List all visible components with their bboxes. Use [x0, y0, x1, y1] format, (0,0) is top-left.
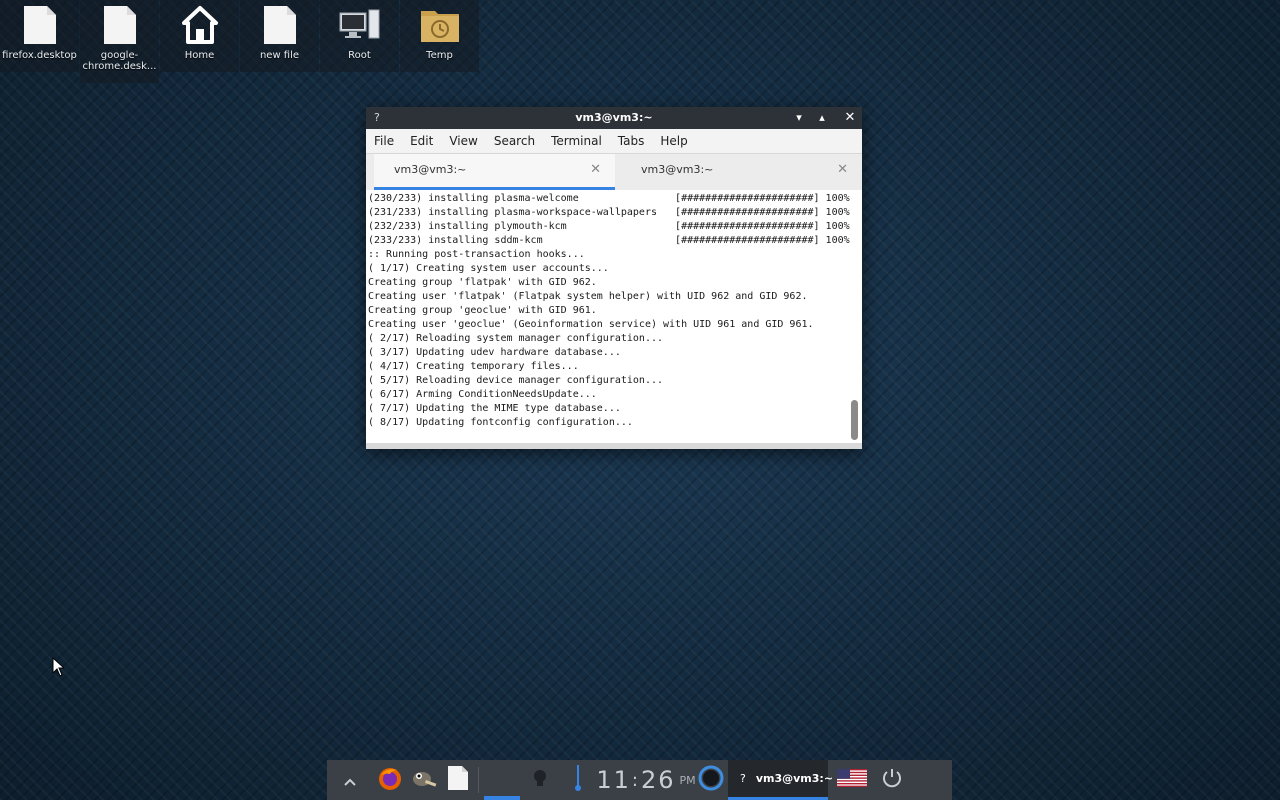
menu-file[interactable]: File: [366, 134, 402, 148]
window-bottom-edge: [366, 443, 862, 449]
menu-bar: File Edit View Search Terminal Tabs Help: [366, 129, 862, 154]
terminal-line: :: Running post-transaction hooks...: [368, 249, 585, 260]
taskbar-window-label: vm3@vm3:~: [755, 772, 834, 785]
menu-edit[interactable]: Edit: [402, 134, 441, 148]
firefox-icon: [377, 765, 403, 795]
clock-hours: 11: [596, 766, 631, 794]
desktop-icon-firefox[interactable]: firefox.desktop: [0, 0, 79, 72]
text-editor-launcher[interactable]: [441, 760, 475, 800]
terminal-line: (230/233) installing plasma-welcome [###…: [368, 193, 850, 204]
maximize-button[interactable]: ▴: [811, 107, 833, 129]
computer-icon: [320, 0, 399, 50]
desktop-icons: firefox.desktop google-chrome.desk... Ho…: [0, 0, 480, 83]
terminal-line: Creating group 'geoclue' with GID 961.: [368, 305, 597, 316]
tab-bar: vm3@vm3:~ ✕ vm3@vm3:~ ✕: [366, 154, 862, 191]
desktop-icon-label: google-chrome.desk...: [82, 50, 157, 72]
desktop-icon-temp[interactable]: Temp: [400, 0, 479, 72]
desktop-icon-label: new file: [259, 50, 300, 61]
menu-tabs[interactable]: Tabs: [610, 134, 653, 148]
desktop-icon-new-file[interactable]: new file: [240, 0, 319, 72]
file-icon: [0, 0, 79, 50]
workspace-switcher[interactable]: [482, 760, 522, 800]
close-button[interactable]: ✕: [839, 107, 861, 129]
terminal-line: ( 4/17) Creating temporary files...: [368, 361, 579, 372]
firefox-launcher[interactable]: [373, 760, 407, 800]
terminal-line: (232/233) installing plymouth-kcm [#####…: [368, 221, 850, 232]
terminal-task-icon: ?: [740, 772, 746, 785]
window-titlebar[interactable]: ? vm3@vm3:~ ▾ ▴ ✕: [366, 107, 862, 129]
desktop-icon-label: firefox.desktop: [2, 50, 77, 61]
terminal-line: (233/233) installing sddm-kcm [#########…: [368, 235, 850, 246]
ring-icon: [697, 764, 725, 796]
keyboard-layout-indicator[interactable]: [828, 760, 876, 800]
file-icon: [80, 0, 159, 50]
tab-label: vm3@vm3:~: [641, 163, 714, 176]
file-icon: [447, 765, 469, 795]
clock-minutes: 26: [640, 766, 676, 794]
mouse-cursor-icon: [52, 656, 66, 681]
taskbar-separator: [478, 767, 479, 793]
tab-close-icon[interactable]: ✕: [837, 154, 848, 186]
menu-view[interactable]: View: [441, 134, 485, 148]
thermometer-applet[interactable]: [558, 760, 598, 800]
lightbulb-icon: [533, 768, 547, 792]
terminal-line: Creating user 'geoclue' (Geoinformation …: [368, 319, 814, 330]
terminal-line: ( 7/17) Updating the MIME type database.…: [368, 403, 621, 414]
gimp-launcher[interactable]: [407, 760, 441, 800]
terminal-line: Creating group 'flatpak' with GID 962.: [368, 277, 597, 288]
terminal-line: ( 5/17) Reloading device manager configu…: [368, 375, 664, 386]
terminal-line: ( 8/17) Updating fontconfig configuratio…: [368, 417, 633, 428]
terminal-line: ( 1/17) Creating system user accounts...: [368, 263, 609, 274]
taskbar-window-terminal[interactable]: ? vm3@vm3:~: [728, 760, 833, 800]
desktop-icon-root[interactable]: Root: [320, 0, 399, 72]
terminal-lines: (230/233) installing plasma-welcome [###…: [366, 190, 862, 430]
tab-label: vm3@vm3:~: [394, 163, 467, 176]
home-icon: [160, 0, 239, 50]
desktop-icon-label: Root: [348, 50, 371, 61]
thermometer-icon: [574, 764, 582, 796]
workspace-indicator: [484, 796, 520, 800]
chevron-up-icon: [344, 771, 356, 790]
taskbar: 11:26 PM ? vm3@vm3:~: [327, 760, 952, 800]
terminal-window[interactable]: ? vm3@vm3:~ ▾ ▴ ✕ File Edit View Search …: [366, 107, 862, 449]
power-button[interactable]: [876, 760, 908, 800]
bulb-applet[interactable]: [522, 760, 558, 800]
desktop-icon-google-chrome[interactable]: google-chrome.desk...: [80, 0, 159, 83]
terminal-line: Creating user 'flatpak' (Flatpak system …: [368, 291, 808, 302]
desktop-icon-label: Temp: [426, 50, 453, 61]
us-flag-icon: [837, 769, 867, 791]
cortana-ring-applet[interactable]: [694, 760, 728, 800]
terminal-line: ( 2/17) Reloading system manager configu…: [368, 333, 664, 344]
clock[interactable]: 11:26 PM: [596, 760, 695, 800]
tab-close-icon[interactable]: ✕: [590, 154, 601, 186]
show-hidden-button[interactable]: [327, 760, 373, 800]
desktop-icon-home[interactable]: Home: [160, 0, 239, 72]
tab-1[interactable]: vm3@vm3:~ ✕: [374, 154, 615, 190]
menu-search[interactable]: Search: [486, 134, 543, 148]
scrollbar-thumb[interactable]: [851, 400, 858, 440]
tab-2[interactable]: vm3@vm3:~ ✕: [621, 154, 862, 190]
terminal-line: (231/233) installing plasma-workspace-wa…: [368, 207, 850, 218]
terminal-line: ( 3/17) Updating udev hardware database.…: [368, 347, 621, 358]
file-icon: [240, 0, 319, 50]
power-icon: [881, 767, 903, 793]
desktop-icon-label: Home: [184, 50, 215, 61]
terminal-line: ( 6/17) Arming ConditionNeedsUpdate...: [368, 389, 597, 400]
minimize-button[interactable]: ▾: [788, 107, 810, 129]
menu-terminal[interactable]: Terminal: [543, 134, 610, 148]
folder-clock-icon: [400, 0, 479, 50]
menu-help[interactable]: Help: [652, 134, 695, 148]
terminal-output[interactable]: (230/233) installing plasma-welcome [###…: [366, 190, 862, 443]
clock-separator: :: [631, 769, 640, 791]
gimp-icon: [410, 767, 438, 793]
